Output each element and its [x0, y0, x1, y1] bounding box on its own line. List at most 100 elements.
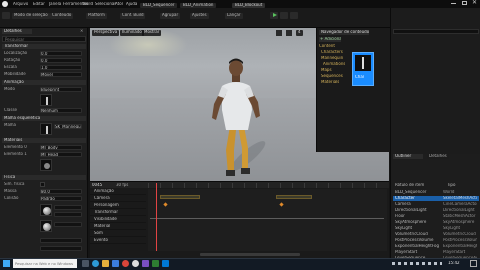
- anim-mode-select[interactable]: Blueprint: [40, 87, 82, 92]
- details-search-input[interactable]: [2, 36, 86, 42]
- timeline-ruler[interactable]: [148, 183, 387, 188]
- system-tray-icons[interactable]: [392, 262, 442, 265]
- viewport-show-button[interactable]: Mostrar: [142, 30, 162, 36]
- add-content-button[interactable]: + Adicionar: [319, 37, 341, 42]
- outliner-row[interactable]: SkyAtmosphere SkyAtmosphere: [393, 220, 479, 225]
- folder-item[interactable]: Mannequin: [321, 56, 343, 61]
- menu-item-select[interactable]: Selecionar: [95, 2, 116, 7]
- viewport-grid-icon[interactable]: [276, 30, 282, 36]
- extra-field[interactable]: [54, 222, 82, 227]
- folder-item[interactable]: Characters: [321, 50, 343, 55]
- group-button[interactable]: Agrupar: [160, 13, 181, 19]
- outliner-row[interactable]: Camera CineCameraActor: [393, 202, 479, 207]
- camera-speed-button[interactable]: 4: [296, 30, 303, 36]
- stop-icon[interactable]: [290, 12, 298, 19]
- platform-button[interactable]: Platform: [86, 13, 107, 19]
- folder-item[interactable]: Materials: [321, 80, 339, 85]
- folder-item[interactable]: Animations: [323, 62, 345, 67]
- folder-item[interactable]: Sequences: [321, 74, 343, 79]
- location-field[interactable]: 0.0: [40, 51, 82, 56]
- folder-item[interactable]: Maps: [321, 68, 332, 73]
- unreal-taskbar-icon[interactable]: [132, 260, 139, 267]
- section-transform[interactable]: Transformar: [2, 44, 86, 49]
- chrome-icon[interactable]: [122, 260, 129, 267]
- anim-class-select[interactable]: Nenhum: [40, 108, 82, 113]
- material-thumbnail[interactable]: [40, 159, 52, 171]
- content-browser-tab[interactable]: Navegador de conteúdo: [319, 30, 369, 35]
- sphere-thumbnail[interactable]: [40, 204, 52, 216]
- timeline-scrollbar[interactable]: [200, 253, 300, 256]
- outliner-row[interactable]: PostProcessVolume PostProcessVolume: [393, 238, 479, 243]
- rotation-field[interactable]: 0.0: [40, 58, 82, 63]
- details-tab[interactable]: Detalhes: [2, 29, 32, 34]
- track-material[interactable]: Material: [90, 224, 146, 230]
- extra-field[interactable]: [40, 246, 82, 251]
- notification-icon[interactable]: [470, 260, 477, 267]
- viewport-lit-button[interactable]: Iluminado: [120, 30, 144, 36]
- content-button[interactable]: Conteúdo: [50, 13, 74, 19]
- sphere-thumbnail[interactable]: [40, 220, 52, 232]
- section-skeletal-mesh[interactable]: Malha esquelética: [2, 116, 86, 121]
- viewport-perspective-button[interactable]: Perspectiva: [92, 30, 120, 36]
- taskbar-search-input[interactable]: [13, 259, 77, 268]
- section-materials[interactable]: Materiais: [2, 138, 86, 143]
- extra-field[interactable]: [54, 212, 82, 217]
- play-icon[interactable]: [270, 12, 278, 19]
- task-view-icon[interactable]: [82, 260, 89, 267]
- outliner-row[interactable]: DirectionalLight DirectionalLight: [393, 208, 479, 213]
- scale-field[interactable]: 1.0: [40, 65, 82, 70]
- collision-select[interactable]: Padrão: [40, 196, 82, 201]
- doc-tab-2[interactable]: BLD_Animation: [180, 3, 217, 8]
- menu-item-actor[interactable]: Ator: [115, 2, 123, 7]
- outliner-row[interactable]: ExponentialHeightFogExponentialHeightFog: [393, 244, 479, 249]
- store-icon[interactable]: [112, 260, 119, 267]
- section-physics[interactable]: Física: [2, 175, 86, 180]
- menu-item-edit[interactable]: Editar: [33, 2, 45, 7]
- material-0-select[interactable]: MI_Body: [40, 145, 82, 150]
- animation-section[interactable]: [276, 195, 312, 199]
- animation-section[interactable]: [160, 195, 200, 199]
- selection-mode-button[interactable]: Modo de seleção: [12, 13, 50, 19]
- anim-asset-thumbnail[interactable]: [40, 94, 52, 106]
- details-tab-right[interactable]: Detalhes: [427, 154, 449, 159]
- edge-icon[interactable]: [92, 260, 99, 267]
- mesh-thumbnail[interactable]: [40, 123, 52, 135]
- extra-field[interactable]: [40, 238, 82, 243]
- window-maximize-icon[interactable]: [462, 1, 467, 5]
- app-icon[interactable]: [162, 260, 169, 267]
- section-animation[interactable]: Animação: [2, 80, 86, 85]
- outliner-header-type[interactable]: Tipo: [447, 183, 477, 188]
- doc-tab-1[interactable]: BLD_Sequencer: [140, 3, 178, 8]
- menu-item-build[interactable]: Build: [83, 2, 93, 7]
- track-event[interactable]: Evento: [90, 238, 146, 244]
- mobility-field[interactable]: Móvel: [40, 72, 82, 77]
- viewport-layout-icon[interactable]: [286, 30, 292, 36]
- explorer-icon[interactable]: [102, 260, 109, 267]
- character-mesh[interactable]: [190, 38, 280, 181]
- track-visibility[interactable]: Visibilidade: [90, 217, 146, 223]
- save-icon[interactable]: [2, 12, 10, 19]
- track-character[interactable]: Personagem: [90, 203, 146, 209]
- sequencer-time[interactable]: 0045: [92, 183, 112, 188]
- outliner-search-input[interactable]: [393, 29, 479, 34]
- taskbar-clock[interactable]: 15:42: [448, 261, 460, 266]
- settings-button[interactable]: Ajustes: [190, 13, 209, 19]
- outliner-row[interactable]: PlayerStart PlayerStart: [393, 250, 479, 255]
- mass-field[interactable]: 80.0: [40, 189, 82, 194]
- app-icon[interactable]: [152, 260, 159, 267]
- outliner-row[interactable]: Character SkeletalMeshActor: [393, 196, 479, 201]
- track-camera[interactable]: Câmera: [90, 196, 146, 202]
- outliner-row[interactable]: VolumetricCloud VolumetricCloud: [393, 232, 479, 237]
- menu-item-file[interactable]: Arquivo: [13, 2, 28, 7]
- unreal-logo[interactable]: [2, 1, 8, 7]
- track-animation[interactable]: Animação: [90, 189, 146, 195]
- outliner-header-label[interactable]: Rótulo de item: [395, 183, 435, 188]
- simulate-physics-checkbox[interactable]: [40, 182, 45, 187]
- mesh-select[interactable]: SK_Mannequin: [54, 124, 82, 129]
- outliner-row[interactable]: SkyLight SkyLight: [393, 226, 479, 231]
- material-1-select[interactable]: MI_Head: [40, 152, 82, 157]
- details-close-icon[interactable]: ✕: [80, 28, 83, 34]
- menu-item-window[interactable]: Janela: [49, 2, 61, 7]
- app-icon[interactable]: [142, 260, 149, 267]
- asset-tile-selected[interactable]: Char: [352, 52, 374, 86]
